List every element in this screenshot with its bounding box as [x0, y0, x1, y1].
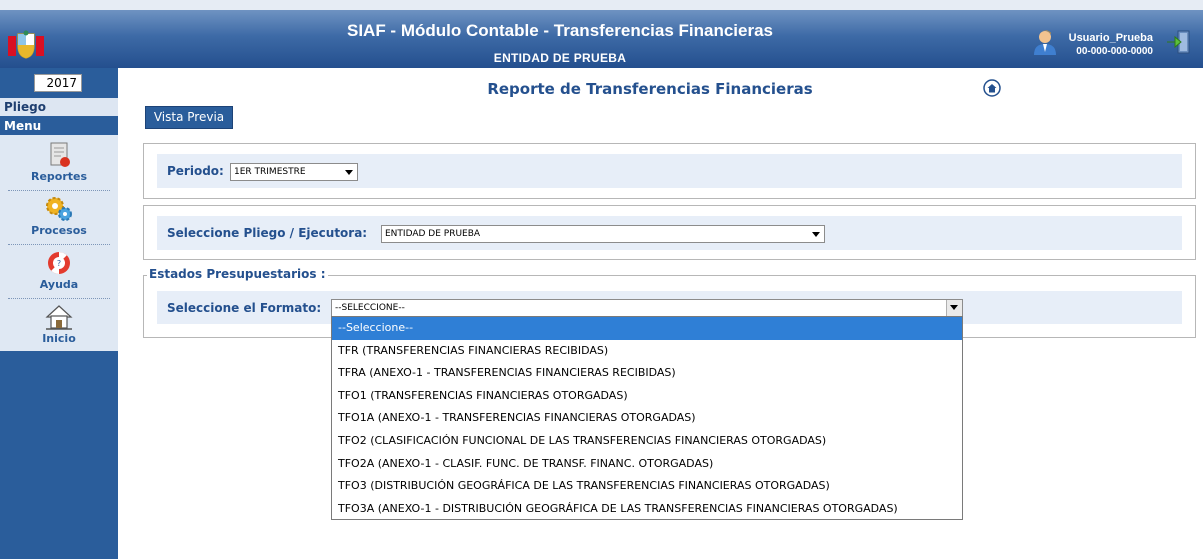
dropdown-arrow-button[interactable] [946, 300, 962, 316]
sidebar-item-inicio[interactable]: Inicio [8, 299, 110, 353]
pliego-section: Seleccione Pliego / Ejecutora: ENTIDAD D… [143, 205, 1196, 260]
year-field[interactable]: 2017 [34, 74, 82, 92]
dropdown-option[interactable]: --Seleccione-- [332, 317, 962, 340]
sidebar-item-ayuda[interactable]: ? Ayuda [8, 245, 110, 299]
periodo-select[interactable]: 1ER TRIMESTRE [230, 163, 358, 181]
page-title: Reporte de Transferencias Financieras [487, 80, 813, 98]
formato-select[interactable]: --SELECCIONE-- [331, 299, 963, 317]
app-header: SIAF - Módulo Contable - Transferencias … [0, 0, 1203, 68]
report-icon [50, 142, 70, 167]
menu-label: Menu [0, 117, 118, 135]
dropdown-option[interactable]: TFO1 (TRANSFERENCIAS FINANCIERAS OTORGAD… [332, 385, 962, 408]
sidebar-item-procesos[interactable]: Procesos [8, 191, 110, 245]
sidebar-item-reportes[interactable]: Reportes [8, 137, 110, 191]
chevron-down-icon [950, 305, 958, 310]
formato-dropdown-list: --Seleccione-- TFR (TRANSFERENCIAS FINAN… [331, 316, 963, 520]
sidebar-item-label: Ayuda [39, 278, 79, 291]
estados-legend: Estados Presupuestarios : [147, 267, 328, 281]
app-title: SIAF - Módulo Contable - Transferencias … [346, 21, 774, 40]
user-code: 00-000-000-0000 [1076, 46, 1153, 57]
dropdown-option[interactable]: TFR (TRANSFERENCIAS FINANCIERAS RECIBIDA… [332, 340, 962, 363]
pliego-select[interactable]: ENTIDAD DE PRUEBA [381, 225, 825, 243]
home-icon [45, 305, 73, 330]
entity-name: ENTIDAD DE PRUEBA [493, 51, 627, 65]
periodo-section: Periodo: 1ER TRIMESTRE [143, 143, 1196, 199]
sidebar-item-label: Inicio [42, 332, 76, 345]
dropdown-option[interactable]: TFO2 (CLASIFICACIÓN FUNCIONAL DE LAS TRA… [332, 430, 962, 453]
chevron-down-icon [812, 232, 820, 237]
dropdown-option[interactable]: TFO3A (ANEXO-1 - DISTRIBUCIÓN GEOGRÁFICA… [332, 498, 962, 521]
dropdown-option[interactable]: TFO3 (DISTRIBUCIÓN GEOGRÁFICA DE LAS TRA… [332, 475, 962, 498]
preview-button[interactable]: Vista Previa [145, 106, 233, 129]
sidebar: 2017 Pliego Menu Reportes Procesos ? Ayu… [0, 68, 118, 559]
user-name: Usuario_Prueba [1068, 32, 1153, 44]
formato-select-value: --SELECCIONE-- [335, 303, 405, 313]
sidebar-item-label: Procesos [31, 224, 87, 237]
chevron-down-icon [345, 170, 353, 175]
user-avatar-icon [1034, 30, 1056, 55]
dropdown-option[interactable]: TFO2A (ANEXO-1 - CLASIF. FUNC. DE TRANSF… [332, 453, 962, 476]
formato-label: Seleccione el Formato: [167, 301, 322, 315]
svg-text:?: ? [57, 259, 61, 268]
help-lifebuoy-icon: ? [48, 251, 70, 275]
periodo-label: Periodo: [167, 164, 224, 178]
dropdown-option[interactable]: TFRA (ANEXO-1 - TRANSFERENCIAS FINANCIER… [332, 362, 962, 385]
logout-icon[interactable] [1166, 28, 1192, 56]
periodo-select-value: 1ER TRIMESTRE [234, 167, 306, 177]
gears-icon [46, 197, 72, 221]
pliego-label: Pliego [0, 98, 118, 116]
dropdown-option[interactable]: TFO1A (ANEXO-1 - TRANSFERENCIAS FINANCIE… [332, 407, 962, 430]
pliego-select-value: ENTIDAD DE PRUEBA [385, 229, 481, 239]
periodo-band: Periodo: 1ER TRIMESTRE [157, 154, 1182, 188]
pliego-band: Seleccione Pliego / Ejecutora: ENTIDAD D… [157, 216, 1182, 250]
sidebar-item-label: Reportes [30, 170, 88, 183]
menu-panel: Reportes Procesos ? Ayuda Inicio [0, 135, 118, 351]
home-round-icon[interactable] [983, 79, 1001, 97]
pliego-label: Seleccione Pliego / Ejecutora: [167, 226, 368, 240]
